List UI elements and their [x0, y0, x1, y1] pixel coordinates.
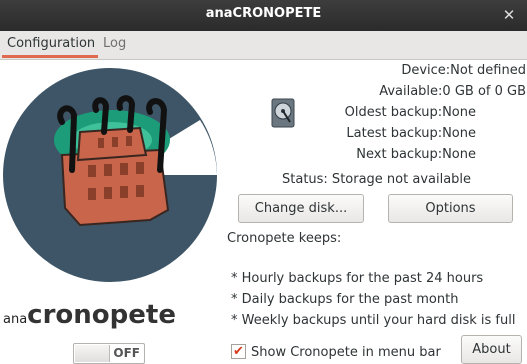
brand-prefix: ana: [3, 312, 28, 327]
active-tab-indicator: [2, 55, 98, 58]
toggle-knob[interactable]: [75, 345, 110, 362]
change-disk-button[interactable]: Change disk...: [238, 194, 364, 223]
close-icon[interactable]: ✕: [499, 5, 519, 25]
next-backup-info: Next backup:None: [356, 147, 476, 162]
backup-toggle-switch[interactable]: OFF: [73, 343, 145, 364]
title-bar: anaCRONOPETE ✕: [0, 0, 527, 31]
brand-name: cronopete: [27, 300, 176, 330]
tab-bar: Configuration Log: [0, 31, 527, 60]
keeps-item-hourly: * Hourly backups for the past 24 hours: [231, 271, 484, 286]
about-button[interactable]: About: [461, 335, 522, 364]
tab-configuration[interactable]: Configuration: [7, 36, 95, 51]
toggle-state-label: OFF: [113, 346, 140, 360]
options-button[interactable]: Options: [388, 194, 513, 223]
available-info: Available:0 GB of 0 GB: [379, 84, 526, 99]
menu-bar-checkbox-label[interactable]: Show Cronopete in menu bar: [251, 345, 441, 360]
configuration-panel: anacronopete OFF Device:Not defined Avai…: [0, 60, 527, 364]
keeps-item-daily: * Daily backups for the past month: [231, 292, 459, 307]
tab-log[interactable]: Log: [103, 36, 126, 51]
status-text: Status: Storage not available: [282, 172, 472, 187]
menu-bar-checkbox[interactable]: ✔: [231, 344, 246, 359]
window-title: anaCRONOPETE: [205, 6, 322, 21]
device-info: Device:Not defined: [401, 63, 526, 78]
oldest-backup-info: Oldest backup:None: [344, 105, 476, 120]
latest-backup-info: Latest backup:None: [346, 126, 476, 141]
cronopete-logo-icon: [3, 68, 217, 282]
brand-wordmark: anacronopete: [3, 300, 176, 330]
hard-disk-icon: [271, 98, 295, 128]
keeps-item-weekly: * Weekly backups until your hard disk is…: [231, 313, 516, 328]
keeps-heading: Cronopete keeps:: [227, 231, 342, 246]
